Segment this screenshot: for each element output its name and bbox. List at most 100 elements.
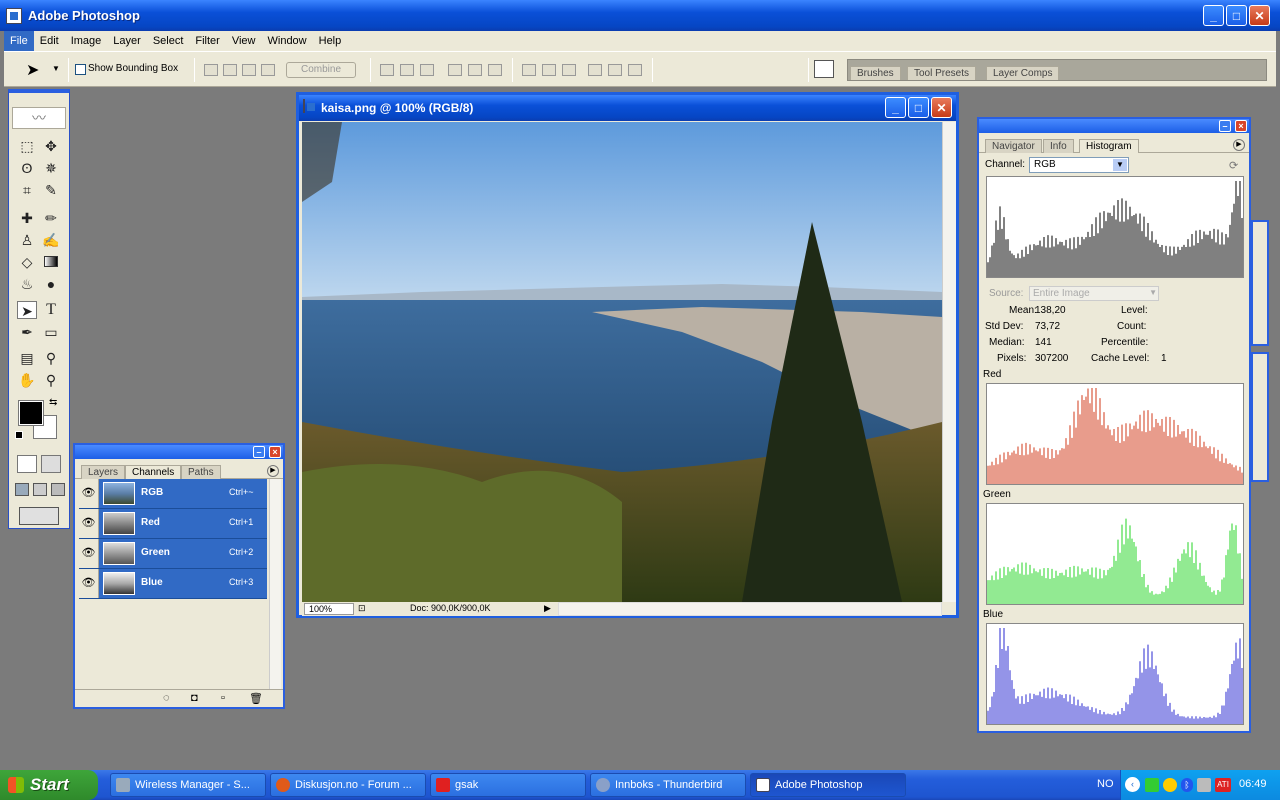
palette-minimize-button[interactable]: – [253,446,265,458]
start-button[interactable]: Start [0,770,98,800]
crop-tool-icon[interactable]: ⌗ [17,181,37,199]
hand-tool-icon[interactable]: ✋ [17,371,37,389]
visibility-eye-icon[interactable]: 👁 [79,539,99,568]
align-vcenter-icon[interactable] [400,64,414,76]
histogram-menu-icon[interactable]: ▶ [1233,139,1245,151]
menu-edit[interactable]: Edit [34,31,65,51]
blur-tool-icon[interactable]: ♨ [17,275,37,293]
visibility-eye-icon[interactable]: 👁 [79,479,99,508]
well-tab-tool-presets[interactable]: Tool Presets [907,66,977,80]
imageready-jump-icon[interactable] [19,507,59,525]
document-close-button[interactable]: ✕ [931,97,952,118]
tray-network-icon[interactable] [1197,778,1211,792]
file-browser-icon[interactable] [814,60,834,78]
channel-row-green[interactable]: 👁 Green Ctrl+2 [79,539,267,569]
align-hcenter-icon[interactable] [468,64,482,76]
healing-brush-icon[interactable]: ✚ [17,209,37,227]
align-right-icon[interactable] [488,64,502,76]
foreground-color-swatch[interactable] [18,400,44,426]
tab-paths[interactable]: Paths [181,465,221,479]
slice-tool-icon[interactable]: ✎ [41,181,61,199]
tab-channels[interactable]: Channels [125,465,182,479]
tray-bluetooth-icon[interactable]: ᛒ [1181,778,1193,792]
marquee-tool-icon[interactable]: ⬚ [17,137,37,155]
histogram-minimize-button[interactable]: – [1219,120,1231,132]
canvas-vertical-scrollbar[interactable] [942,122,956,602]
notes-tool-icon[interactable]: ▤ [17,349,37,367]
new-channel-icon[interactable]: ▫ [221,692,225,704]
history-brush-icon[interactable]: ✍ [41,231,61,249]
adobe-feather-icon[interactable]: 〰 [12,107,66,129]
histogram-close-button[interactable]: × [1235,120,1247,132]
channel-row-red[interactable]: 👁 Red Ctrl+1 [79,509,267,539]
canvas-horizontal-scrollbar[interactable] [558,602,942,616]
distribute-right-icon[interactable] [628,64,642,76]
distribute-hcenter-icon[interactable] [608,64,622,76]
status-options-icon[interactable]: ⊡ [358,603,366,614]
channels-scrollbar[interactable] [269,479,281,689]
image-canvas[interactable] [302,122,942,602]
align-left-icon[interactable] [448,64,462,76]
taskbar-item-gsak[interactable]: gsak [430,773,586,797]
tray-ati-icon[interactable]: ATI [1215,778,1231,792]
tab-info[interactable]: Info [1043,139,1074,153]
tray-expand-icon[interactable]: ‹ [1125,777,1140,792]
move-tool-preset-icon[interactable]: ➤ [26,60,39,80]
align-top-icon[interactable] [380,64,394,76]
shape-tool-icon[interactable]: ▭ [41,323,61,341]
visibility-eye-icon[interactable]: 👁 [79,509,99,538]
app-titlebar[interactable]: Adobe Photoshop _ □ ✕ [0,0,1280,31]
tool-preset-dropdown-icon[interactable]: ▼ [52,64,60,73]
distribute-vcenter-icon[interactable] [542,64,556,76]
well-tab-brushes[interactable]: Brushes [850,66,901,80]
load-selection-icon[interactable]: ◌ [163,692,170,704]
distribute-bottom-icon[interactable] [562,64,576,76]
distribute-top-icon[interactable] [522,64,536,76]
channel-select[interactable]: RGB ▼ [1029,157,1129,173]
menu-select[interactable]: Select [147,31,190,51]
align-bottom-icon[interactable] [420,64,434,76]
collapsed-palette-right[interactable] [1251,220,1269,346]
menu-file[interactable]: File [4,31,34,51]
taskbar-item-diskusjon[interactable]: Diskusjon.no - Forum ... [270,773,426,797]
source-select[interactable]: Entire Image ▼ [1029,286,1159,301]
type-tool-icon[interactable]: T [41,301,61,319]
refresh-histogram-icon[interactable]: ⟳ [1229,159,1238,172]
standard-mode-icon[interactable] [17,455,37,473]
histogram-palette-titlebar[interactable]: – × [979,119,1249,133]
maximize-button[interactable]: □ [1226,5,1247,26]
swap-colors-icon[interactable]: ⇆ [49,397,57,408]
screen-mode-fullmenu-icon[interactable] [33,483,47,496]
screen-mode-full-icon[interactable] [51,483,65,496]
show-bounding-box-checkbox[interactable] [75,64,86,75]
taskbar-item-photoshop[interactable]: Adobe Photoshop [750,773,906,797]
combine-button[interactable]: Combine [286,62,356,78]
channels-palette-titlebar[interactable]: – × [75,445,283,459]
channel-row-blue[interactable]: 👁 Blue Ctrl+3 [79,569,267,599]
document-maximize-button[interactable]: □ [908,97,929,118]
visibility-eye-icon[interactable]: 👁 [79,569,99,598]
brush-tool-icon[interactable]: ✏ [41,209,61,227]
chevron-down-icon[interactable]: ▼ [1113,159,1127,171]
tab-histogram[interactable]: Histogram [1079,139,1139,153]
document-minimize-button[interactable]: _ [885,97,906,118]
gradient-tool-icon[interactable] [41,253,61,271]
shape-new-area-icon[interactable] [204,64,218,76]
close-button[interactable]: ✕ [1249,5,1270,26]
clock[interactable]: 06:49 [1239,778,1267,790]
menu-window[interactable]: Window [262,31,313,51]
magic-wand-icon[interactable]: ✵ [41,159,61,177]
palette-menu-icon[interactable]: ▶ [267,465,279,477]
minimize-button[interactable]: _ [1203,5,1224,26]
palette-close-button[interactable]: × [269,446,281,458]
path-selection-icon[interactable]: ➤ [17,301,37,319]
eyedropper-icon[interactable]: ⚲ [41,349,61,367]
well-tab-layer-comps[interactable]: Layer Comps [986,66,1060,80]
shape-intersect-area-icon[interactable] [261,64,275,76]
shape-subtract-area-icon[interactable] [242,64,256,76]
clone-stamp-icon[interactable]: ♙ [17,231,37,249]
menu-view[interactable]: View [226,31,262,51]
default-colors-icon[interactable] [15,431,23,439]
delete-channel-icon[interactable]: 🗑 [249,692,263,705]
zoom-level-field[interactable]: 100% [304,603,354,615]
